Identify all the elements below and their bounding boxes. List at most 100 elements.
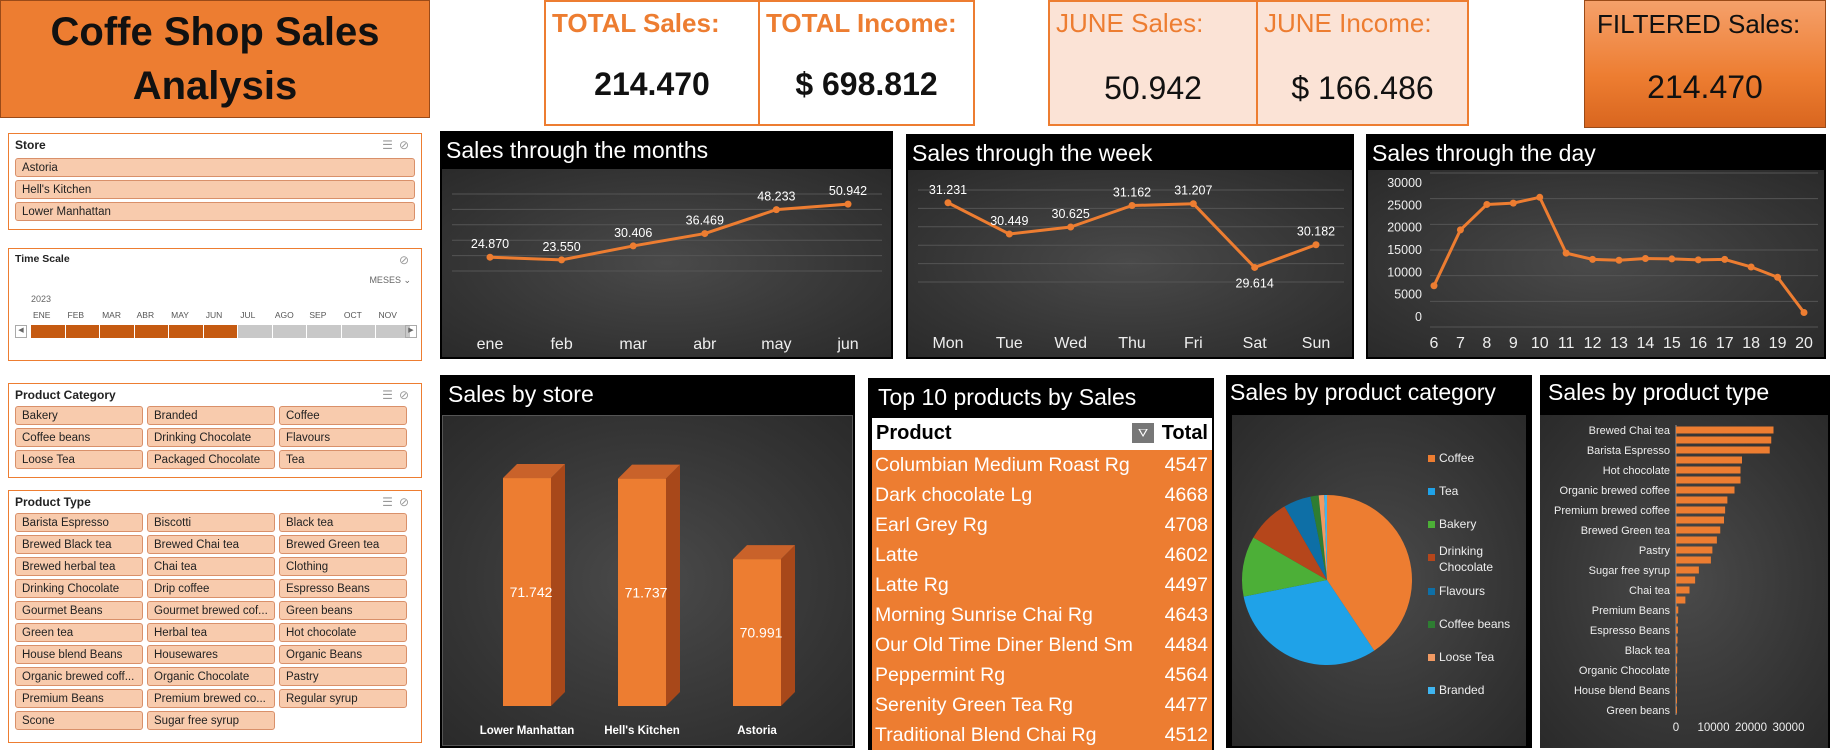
product-type-chip[interactable]: Herbal tea	[147, 623, 275, 642]
timeline-month-cell[interactable]	[169, 325, 203, 338]
product-type-chip[interactable]: Chai tea	[147, 557, 275, 576]
product-type-chip[interactable]: Premium brewed co...	[147, 689, 275, 708]
legend-label: Coffee beans	[1439, 617, 1510, 631]
product-type-chip[interactable]: Clothing	[279, 557, 407, 576]
clear-filter-icon[interactable]: ⊘	[399, 138, 415, 152]
type-category-label: Premium Beans	[1592, 605, 1671, 617]
product-total: 4564	[1164, 664, 1208, 686]
table-row: Earl Grey Rg 4708	[872, 510, 1212, 540]
data-point	[1189, 200, 1197, 208]
data-point	[701, 230, 709, 238]
product-type-chip[interactable]: Organic brewed coff...	[15, 667, 143, 686]
product-category-chip[interactable]: Packaged Chocolate	[147, 450, 275, 469]
timeline-month-cell[interactable]	[65, 325, 100, 338]
timeline-scroll-right[interactable]: ▶	[405, 325, 417, 338]
product-type-chip[interactable]: House blend Beans	[15, 645, 143, 664]
product-type-chip[interactable]: Brewed Black tea	[15, 535, 143, 554]
product-type-chip[interactable]: Brewed herbal tea	[15, 557, 143, 576]
timeline-bar[interactable]	[31, 325, 411, 338]
data-point	[1456, 226, 1464, 234]
table-row: Serenity Green Tea Rg 4477	[872, 690, 1212, 720]
product-category-chip[interactable]: Coffee beans	[15, 428, 143, 447]
product-category-chip[interactable]: Flavours	[279, 428, 407, 447]
multi-select-icon[interactable]: ☰	[382, 495, 399, 509]
data-point	[1509, 199, 1517, 207]
store-category-label: Astoria	[737, 725, 777, 737]
store-bar-label: 71.737	[625, 584, 668, 600]
product-type-chip[interactable]: Scone	[15, 711, 143, 730]
type-bar	[1676, 676, 1677, 684]
clear-filter-icon[interactable]: ⊘	[399, 388, 415, 402]
type-bar	[1676, 516, 1724, 524]
store-chip-astoria[interactable]: Astoria	[15, 158, 415, 177]
product-type-chip[interactable]: Regular syrup	[279, 689, 407, 708]
timeline-month-cell[interactable]	[203, 325, 238, 338]
product-type-chip[interactable]: Gourmet Beans	[15, 601, 143, 620]
product-name: Dark chocolate Lg	[875, 484, 1033, 506]
multi-select-icon[interactable]: ☰	[382, 138, 399, 152]
timeline-month-cell[interactable]	[100, 325, 134, 338]
timeline-month-cell[interactable]	[31, 325, 65, 338]
product-type-chip[interactable]: Brewed Chai tea	[147, 535, 275, 554]
timeline-month-cell[interactable]	[272, 325, 307, 338]
product-type-chip[interactable]: Premium Beans	[15, 689, 143, 708]
type-bar	[1676, 606, 1679, 614]
product-type-chip[interactable]: Drinking Chocolate	[15, 579, 143, 598]
product-category-chip[interactable]: Bakery	[15, 406, 143, 425]
product-type-chip[interactable]: Green tea	[15, 623, 143, 642]
product-category-chip[interactable]: Coffee	[279, 406, 407, 425]
product-type-chip[interactable]: Espresso Beans	[279, 579, 407, 598]
product-name: Latte Rg	[875, 574, 949, 596]
product-type-chip[interactable]: Hot chocolate	[279, 623, 407, 642]
product-type-actions: ☰⊘	[382, 495, 415, 509]
top10-table-body: Columbian Medium Roast Rg 4547 Dark chocol…	[872, 450, 1212, 750]
data-label: 50.942	[829, 184, 867, 198]
product-type-chip[interactable]: Pastry	[279, 667, 407, 686]
product-type-chip[interactable]: Organic Beans	[279, 645, 407, 664]
type-category-label: Brewed Chai tea	[1589, 425, 1671, 437]
product-type-chip[interactable]: Black tea	[279, 513, 407, 532]
timeline-scroll-left[interactable]: ◀	[15, 325, 27, 338]
timeline-month-cell[interactable]	[238, 325, 272, 338]
product-category-chip[interactable]: Drinking Chocolate	[147, 428, 275, 447]
data-point	[1312, 241, 1320, 249]
data-label: 30.449	[990, 214, 1028, 228]
product-type-chip[interactable]: Green beans	[279, 601, 407, 620]
time-level-selector[interactable]: MESES ⌄	[369, 275, 411, 286]
product-type-chip[interactable]: Biscotti	[147, 513, 275, 532]
store-chip-hells-kitchen[interactable]: Hell's Kitchen	[15, 180, 415, 199]
store-chart-panel: Sales by store 71.742 Lower Manhattan 71.7…	[440, 375, 855, 748]
type-bar	[1676, 696, 1677, 704]
product-category-chip[interactable]: Tea	[279, 450, 407, 469]
x-tick-label: 18	[1742, 335, 1760, 352]
x-tick-label: 6	[1430, 335, 1439, 352]
multi-select-icon[interactable]: ☰	[382, 388, 399, 402]
product-type-chip[interactable]: Barista Espresso	[15, 513, 143, 532]
y-tick-label: 15000	[1387, 243, 1422, 257]
day-line-chart: 6 7 8 9 10 11 12 13 14 15 16 17 18 19 20 0 5000 10000 1500…	[1387, 172, 1818, 352]
time-level-label: MESES	[369, 275, 401, 285]
product-type-chip[interactable]: Housewares	[147, 645, 275, 664]
product-type-chip[interactable]: Brewed Green tea	[279, 535, 407, 554]
kpi-june-income-value: $ 166.486	[1291, 70, 1434, 106]
timeline-month-cell[interactable]	[134, 325, 169, 338]
clear-filter-icon[interactable]: ⊘	[399, 495, 415, 509]
store-chip-lower-manhattan[interactable]: Lower Manhattan	[15, 202, 415, 221]
type-bar	[1676, 556, 1711, 564]
time-month-labels: ENE FEB MAR ABR MAY JUN JUL AGO SEP OCT NOV	[31, 310, 411, 322]
clear-filter-icon[interactable]: ⊘	[399, 253, 415, 267]
product-type-chip[interactable]: Organic Chocolate	[147, 667, 275, 686]
timeline-month-cell[interactable]	[307, 325, 341, 338]
product-type-chip[interactable]: Sugar free syrup	[147, 711, 275, 730]
product-category-chip[interactable]: Loose Tea	[15, 450, 143, 469]
months-chart-area: 24.870 ene 23.550 feb 30.406 mar 36.469 abr 48.2…	[442, 169, 891, 357]
data-point	[629, 242, 637, 250]
product-type-chip[interactable]: Gourmet brewed cof...	[147, 601, 275, 620]
table-row: Latte Rg 4497	[872, 570, 1212, 600]
product-type-chip[interactable]: Drip coffee	[147, 579, 275, 598]
data-point	[844, 200, 852, 208]
filter-icon[interactable]: ⛛	[1132, 423, 1154, 443]
timeline-month-cell[interactable]	[341, 325, 376, 338]
data-point	[1641, 254, 1649, 262]
product-category-chip[interactable]: Branded	[147, 406, 275, 425]
